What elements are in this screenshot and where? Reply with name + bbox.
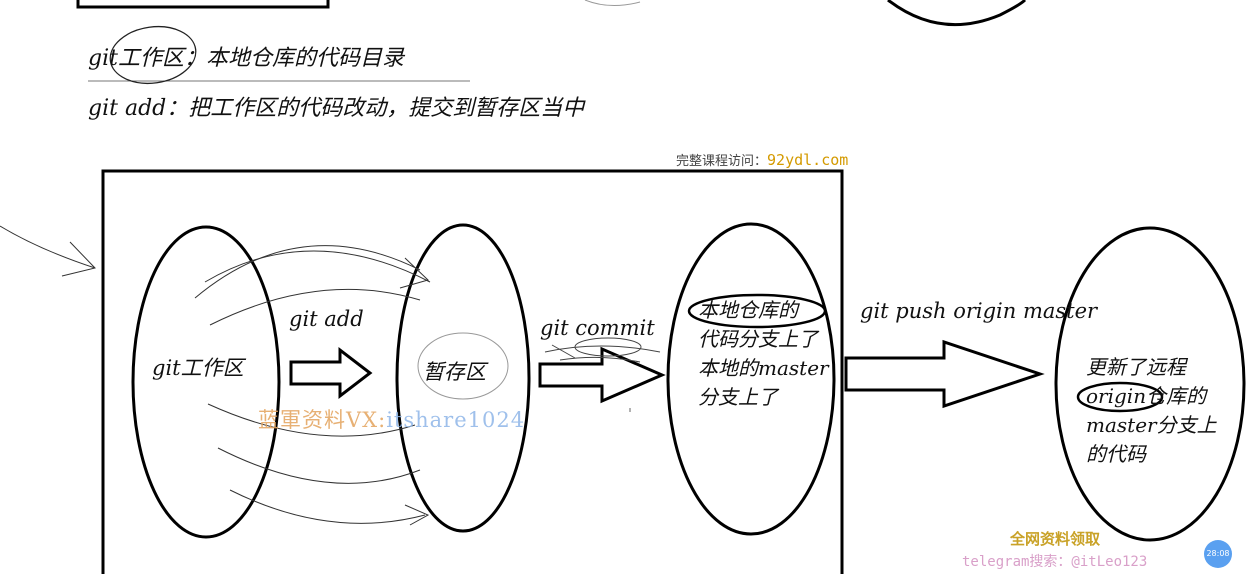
clipped-box-top bbox=[76, 0, 330, 9]
workspace-label: git工作区 bbox=[152, 356, 244, 380]
watermark-course-site: 完整课程访问：92ydl.com bbox=[676, 150, 848, 169]
local-repo-line-3: 本地的master bbox=[698, 356, 829, 380]
pointer-stroke bbox=[0, 225, 96, 269]
local-repo-text: 本地仓库的 代码分支上了 本地的master 分支上了 bbox=[698, 296, 829, 412]
remote-repo-line-3: master分支上 bbox=[1086, 413, 1217, 437]
local-repo-line-2: 代码分支上了 bbox=[698, 327, 818, 351]
pointer-head bbox=[61, 241, 96, 277]
clipped-ellipse-top bbox=[887, 0, 1027, 27]
watermark-site-prefix: 完整课程访问： bbox=[676, 154, 768, 169]
diagram-canvas bbox=[0, 0, 1246, 574]
remote-repo-line-4: 的代码 bbox=[1086, 442, 1146, 466]
commit-arrow bbox=[538, 346, 666, 404]
add-arrow bbox=[289, 346, 373, 400]
watermark-vx-id: itshare1024 bbox=[386, 408, 526, 432]
git-push-command: git push origin master bbox=[860, 299, 1098, 323]
note-git-add-definition: git add：把工作区的代码改动，提交到暂存区当中 bbox=[88, 96, 585, 121]
local-repo-line-4: 分支上了 bbox=[698, 385, 778, 409]
watermark-bottom-title: 全网资料领取 bbox=[1010, 530, 1101, 548]
watermark-telegram: telegram搜索：@itLeo123 bbox=[962, 554, 1148, 570]
git-add-command: git add bbox=[289, 307, 364, 331]
watermark-vx-prefix: 蓝軍资料VX: bbox=[258, 408, 387, 432]
git-commit-command: git commit bbox=[540, 316, 655, 340]
watermark-vx: 蓝軍资料VX:itshare1024 bbox=[258, 404, 525, 434]
watermark-site-domain: 92ydl.com bbox=[767, 151, 849, 169]
remote-repo-line-2: origin仓库的 bbox=[1086, 384, 1207, 408]
workspace-ellipse bbox=[131, 225, 281, 539]
note-workspace-definition: git工作区：本地仓库的代码目录 bbox=[88, 46, 404, 71]
push-arrow bbox=[844, 339, 1045, 409]
remote-repo-line-1: 更新了远程 bbox=[1086, 355, 1186, 379]
timer-badge[interactable]: 28:08 bbox=[1204, 540, 1232, 568]
staging-label: 暂存区 bbox=[423, 360, 486, 384]
local-repo-line-1: 本地仓库的 bbox=[698, 298, 798, 322]
faint-scribble-top bbox=[584, 0, 641, 6]
remote-repo-text: 更新了远程 origin仓库的 master分支上 的代码 bbox=[1086, 353, 1217, 469]
